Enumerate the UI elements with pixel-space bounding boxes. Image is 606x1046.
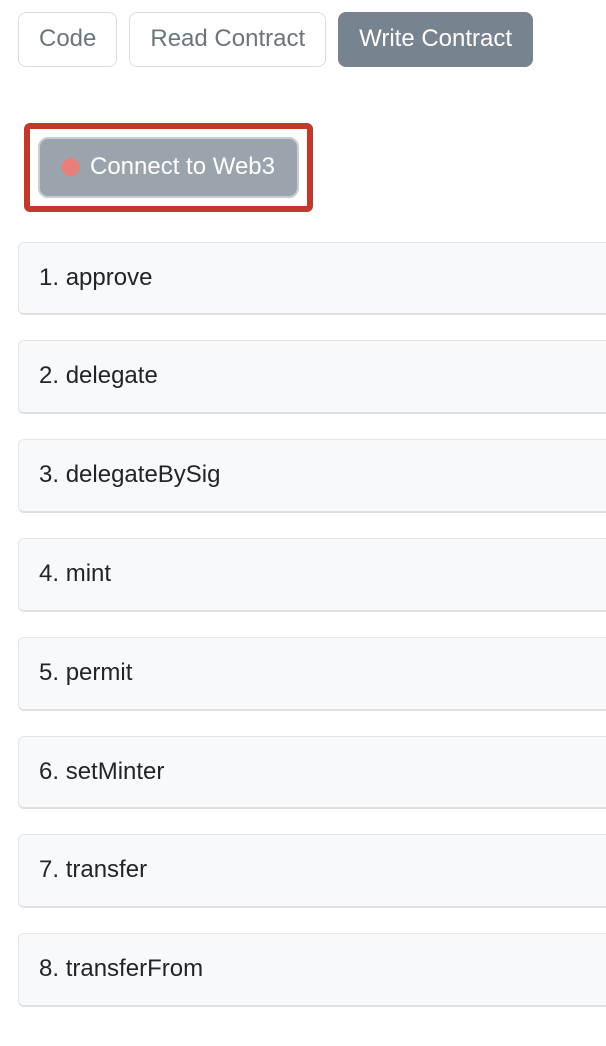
function-index: 3 [39,461,52,488]
function-name: transfer [66,856,147,883]
connection-status-dot-icon [62,158,80,176]
function-item-delegate[interactable]: 2. delegate [18,340,606,414]
function-name: setMinter [66,758,165,785]
contract-tabs: Code Read Contract Write Contract [0,0,606,79]
function-name: transferFrom [66,955,203,982]
function-item-transfer[interactable]: 7. transfer [18,834,606,908]
connect-highlight: Connect to Web3 [24,123,313,212]
write-function-list: 1. approve 2. delegate 3. delegateBySig … [0,242,606,1007]
function-item-delegatebysig[interactable]: 3. delegateBySig [18,439,606,513]
function-item-mint[interactable]: 4. mint [18,538,606,612]
tab-code[interactable]: Code [18,12,117,67]
connect-label: Connect to Web3 [90,153,275,182]
function-index: 7 [39,856,52,883]
function-index: 8 [39,955,52,982]
function-item-transferfrom[interactable]: 8. transferFrom [18,933,606,1007]
function-name: delegate [66,362,158,389]
function-name: permit [66,659,133,686]
tab-write-contract[interactable]: Write Contract [338,12,533,67]
function-index: 2 [39,362,52,389]
function-name: approve [66,264,153,291]
function-item-permit[interactable]: 5. permit [18,637,606,711]
tab-read-contract[interactable]: Read Contract [129,12,326,67]
connect-web3-button[interactable]: Connect to Web3 [38,137,299,198]
function-index: 5 [39,659,52,686]
function-name: delegateBySig [66,461,221,488]
function-name: mint [66,560,111,587]
function-index: 1 [39,264,52,291]
function-index: 6 [39,758,52,785]
function-index: 4 [39,560,52,587]
function-item-approve[interactable]: 1. approve [18,242,606,316]
function-item-setminter[interactable]: 6. setMinter [18,736,606,810]
